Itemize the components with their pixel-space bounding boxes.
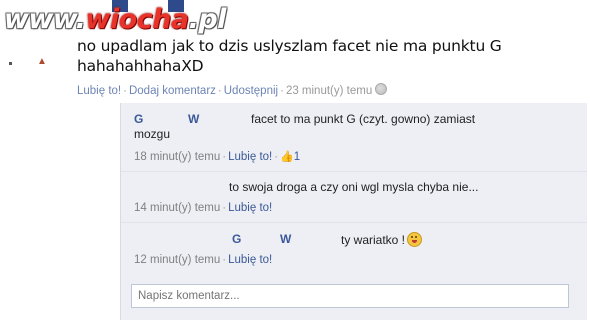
comment-meta: 14 minut(y) temu · Lubię to!: [134, 202, 273, 214]
triangle-icon: ▲: [37, 56, 47, 67]
watermark-logo: www.wiocha.pl: [4, 4, 226, 35]
comment-text-line: ty wariatko !: [341, 232, 423, 248]
comment-item: G W facet to ma punkt G (czyt. gowno) za…: [121, 103, 587, 172]
comment-item: G W ty wariatko ! 12 minut(y) temu · Lubię…: [121, 222, 587, 277]
comment-author-first[interactable]: G: [134, 112, 143, 126]
comment-like-link[interactable]: Lubię to!: [228, 254, 272, 266]
watermark-accent: wiocha: [85, 4, 189, 35]
post-timestamp[interactable]: 23 minut(y) temu: [286, 85, 372, 97]
globe-icon: [375, 83, 388, 95]
post-like-link[interactable]: Lubię to!: [77, 85, 121, 97]
comment-text-wrap: mozgu: [134, 127, 171, 141]
smiley-emoticon-icon: [407, 232, 423, 247]
comment-text: to swoja droga a czy oni wgl mysla chyba…: [229, 180, 479, 194]
thumbs-up-icon: 👍: [280, 151, 294, 163]
comment-like-link[interactable]: Lubię to!: [228, 202, 272, 214]
comment-timestamp[interactable]: 12 minut(y) temu: [134, 254, 220, 266]
post-line: no upadlam jak to dzis uslyszlam facet n…: [77, 37, 502, 55]
comment-author-first[interactable]: G: [232, 232, 241, 246]
bullet-dot: [9, 62, 12, 65]
post-comment-link[interactable]: Dodaj komentarz: [129, 85, 216, 97]
post-line: hahahahhahaXD: [77, 57, 204, 75]
comment-timestamp[interactable]: 18 minut(y) temu: [134, 151, 220, 163]
comment-meta: 12 minut(y) temu · Lubię to!: [134, 254, 273, 266]
watermark-suffix: .pl: [188, 4, 227, 35]
comment-author-last[interactable]: W: [188, 112, 199, 126]
comment-timestamp[interactable]: 14 minut(y) temu: [134, 202, 220, 214]
like-count[interactable]: 1: [294, 151, 300, 163]
comment-text: facet to ma punkt G (czyt. gowno) zamias…: [251, 112, 476, 126]
comments-panel: G W facet to ma punkt G (czyt. gowno) za…: [120, 103, 587, 320]
comment-item: to swoja droga a czy oni wgl mysla chyba…: [121, 171, 587, 223]
watermark-prefix: www.: [4, 4, 86, 35]
comment-input[interactable]: [131, 284, 569, 308]
comment-author-last[interactable]: W: [280, 232, 291, 246]
comment-text: ty wariatko !: [341, 233, 406, 247]
comment-like-link[interactable]: Lubię to!: [228, 151, 272, 163]
comment-meta: 18 minut(y) temu · Lubię to! · 👍1: [134, 151, 301, 163]
post-actions: Lubię to! · Dodaj komentarz · Udostępnij · 23 …: [77, 83, 388, 97]
post-share-link[interactable]: Udostępnij: [224, 85, 278, 97]
post-body: no upadlam jak to dzis uslyszlam facet n…: [77, 36, 502, 76]
